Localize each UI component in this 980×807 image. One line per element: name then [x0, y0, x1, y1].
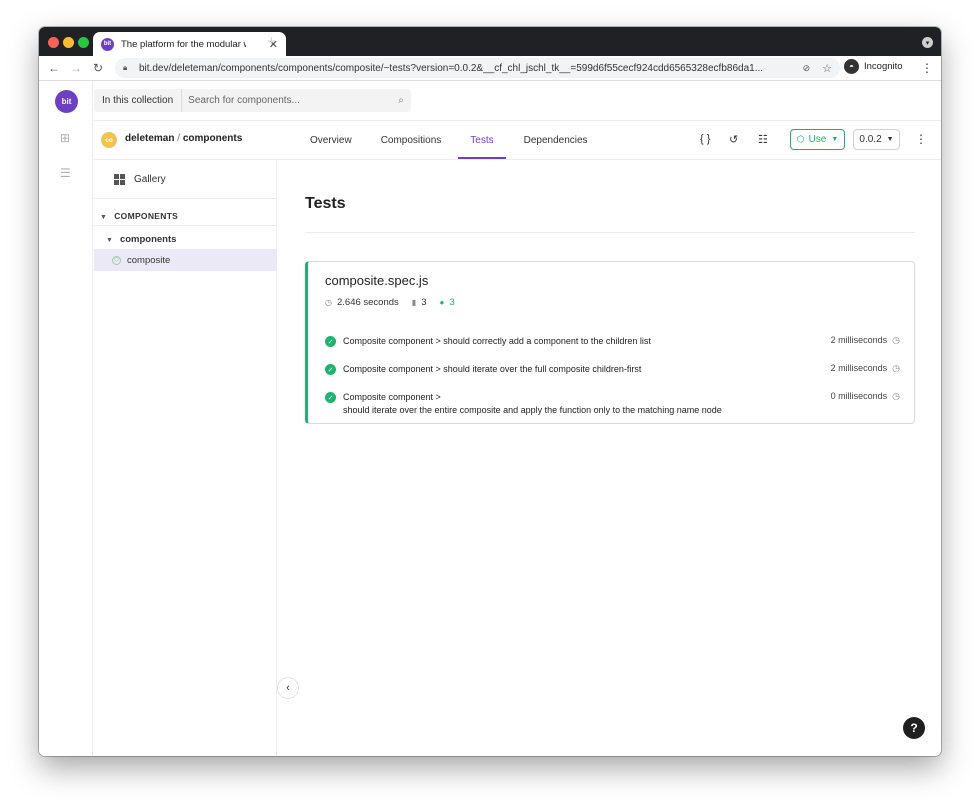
component-icon: ⬡ — [112, 255, 121, 265]
search-icon[interactable]: ⌕ — [391, 95, 411, 106]
incognito-label: Incognito — [864, 61, 903, 72]
check-circle-icon: ● — [439, 298, 445, 307]
bookmark-star-icon[interactable]: ☆ — [822, 62, 832, 75]
browser-menu-icon[interactable]: ⋮ — [921, 61, 933, 75]
lock-icon: 🔒︎ — [123, 63, 128, 72]
test-case-duration: 0 milliseconds — [830, 391, 888, 401]
section-title: COMPONENTS — [114, 211, 179, 221]
test-duration: 2.646 seconds — [336, 297, 399, 308]
gallery-icon — [114, 174, 125, 185]
use-label: Use — [808, 134, 827, 145]
section-toggle[interactable]: ▼ COMPONENTS — [100, 211, 178, 221]
gallery-link[interactable]: Gallery — [114, 174, 166, 185]
breadcrumb: deleteman / components — [125, 133, 242, 144]
maximize-window-button[interactable] — [78, 37, 89, 48]
collapse-sidebar-button[interactable]: ‹ — [277, 677, 299, 699]
sidebar-item-composite[interactable]: ⬡ composite — [94, 249, 277, 271]
clock-icon: ◷ — [892, 391, 900, 401]
check-icon: ✓ — [325, 336, 336, 347]
use-button[interactable]: ⬡ Use ▼ — [790, 129, 845, 150]
title-bar: bit The platform for the modular w ✕ + ▾ — [39, 27, 941, 56]
address-bar[interactable]: 🔒︎ bit.dev/deleteman/components/componen… — [115, 58, 840, 78]
clock-icon: ◷ — [325, 298, 332, 307]
check-icon: ✓ — [325, 392, 336, 403]
tab-overview[interactable]: Overview — [310, 121, 352, 159]
tab-title: The platform for the modular w — [121, 38, 246, 50]
bit-favicon-icon: bit — [101, 37, 114, 51]
incognito-icon: ◓ — [844, 59, 859, 74]
more-options-icon[interactable]: ⋮ — [915, 132, 927, 146]
test-total-count: 3 — [421, 297, 427, 308]
breadcrumb-owner[interactable]: deleteman — [125, 133, 174, 144]
browser-toolbar: ← → ↻ 🔒︎ bit.dev/deleteman/components/co… — [39, 56, 941, 81]
browser-tab[interactable]: bit The platform for the modular w ✕ — [93, 32, 286, 56]
test-name: Composite component > should correctly a… — [343, 336, 651, 346]
back-icon[interactable]: ← — [43, 61, 65, 75]
caret-down-icon: ▼ — [100, 214, 108, 221]
component-tabs: Overview Compositions Tests Dependencies — [297, 121, 588, 159]
test-case-duration: 2 milliseconds — [830, 363, 888, 373]
sidebar-item-label: composite — [127, 254, 171, 266]
code-braces-icon[interactable]: { } — [700, 133, 710, 145]
test-stats: ◷ 2.646 seconds ▮ 3 ● 3 — [325, 297, 455, 308]
test-case: ✓ Composite component > should iterate o… — [325, 363, 900, 376]
tab-tests[interactable]: Tests — [458, 121, 507, 159]
chevron-left-icon: ‹ — [286, 682, 290, 694]
test-name-line1: Composite component > — [343, 392, 441, 402]
test-case: ✓ Composite component > should correctly… — [325, 335, 900, 348]
divider — [305, 232, 915, 233]
test-name-line2: should iterate over the entire composite… — [343, 404, 722, 415]
page-title: Tests — [305, 195, 346, 212]
search-scope[interactable]: In this collection — [94, 89, 183, 112]
search-bar: In this collection ⌕ — [94, 89, 411, 112]
incognito-indicator[interactable]: ◓ Incognito — [844, 59, 903, 74]
gallery-label: Gallery — [134, 174, 166, 185]
eye-off-icon[interactable]: ⊘ — [803, 63, 811, 74]
test-passed-count: 3 — [449, 297, 455, 308]
collection-avatar: co — [101, 132, 117, 148]
list-icon[interactable]: ☷ — [758, 133, 768, 146]
check-icon: ✓ — [325, 364, 336, 375]
breadcrumb-separator: / — [177, 133, 181, 144]
minimize-window-button[interactable] — [63, 37, 74, 48]
grid-icon[interactable]: ⊞ — [60, 131, 70, 145]
browser-window: bit The platform for the modular w ✕ + ▾… — [39, 27, 941, 756]
divider — [94, 225, 277, 226]
test-file-card: composite.spec.js ◷ 2.646 seconds ▮ 3 ● … — [305, 261, 915, 424]
sidebar: Gallery ▼ COMPONENTS ▼ components ⬡ compos… — [94, 160, 277, 756]
caret-down-icon: ▼ — [106, 237, 113, 244]
chevron-down-icon: ▼ — [831, 136, 839, 143]
forward-icon[interactable]: → — [65, 61, 87, 75]
test-file-name: composite.spec.js — [325, 273, 429, 288]
close-window-button[interactable] — [48, 37, 59, 48]
test-case-duration: 2 milliseconds — [830, 335, 888, 345]
reload-icon[interactable]: ↻ — [87, 61, 109, 75]
url-text: bit.dev/deleteman/components/components/… — [139, 62, 764, 74]
version-label: 0.0.2 — [859, 134, 882, 145]
bit-logo[interactable]: bit — [55, 90, 78, 113]
search-input[interactable] — [182, 95, 391, 106]
tab-search-icon[interactable]: ▾ — [922, 37, 933, 48]
new-tab-icon[interactable]: + — [267, 33, 276, 50]
package-icon: ⬡ — [796, 134, 805, 144]
divider — [94, 198, 277, 199]
clock-icon: ◷ — [892, 363, 900, 373]
file-icon: ▮ — [411, 298, 417, 307]
help-button[interactable]: ? — [903, 717, 925, 739]
test-name: Composite component > should iterate ove… — [343, 364, 642, 374]
namespace-toggle[interactable]: ▼ components — [106, 234, 176, 245]
archive-icon[interactable]: ☰ — [60, 166, 71, 180]
tab-dependencies[interactable]: Dependencies — [524, 121, 588, 159]
breadcrumb-collection[interactable]: components — [183, 133, 242, 144]
test-case: ✓ Composite component > should iterate o… — [325, 391, 900, 416]
chevron-down-icon: ▼ — [886, 136, 894, 143]
tab-compositions[interactable]: Compositions — [381, 121, 442, 159]
test-name: Composite component > should iterate ove… — [343, 391, 821, 416]
history-icon[interactable]: ↺ — [729, 133, 738, 146]
version-dropdown[interactable]: 0.0.2 ▼ — [853, 129, 900, 150]
left-rail: bit ⊞ ☰ — [39, 81, 93, 756]
clock-icon: ◷ — [892, 335, 900, 345]
namespace-label: components — [119, 234, 177, 245]
